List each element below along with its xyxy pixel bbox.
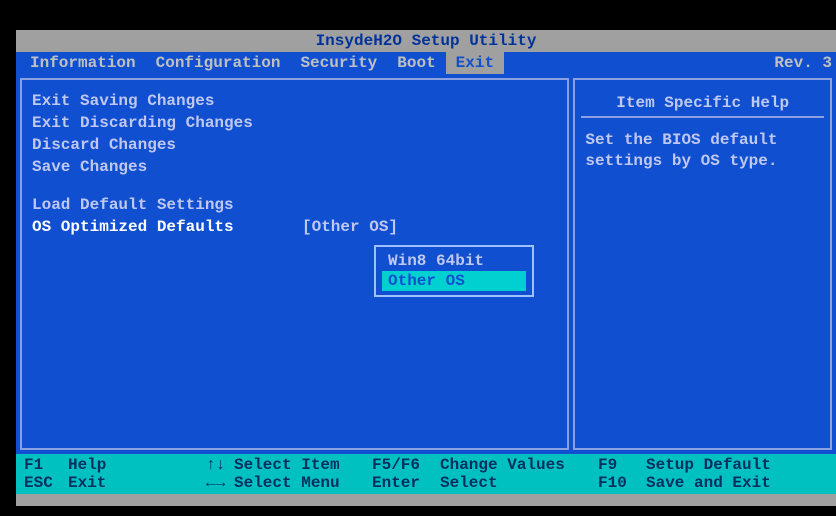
- option-value: [Other OS]: [302, 218, 398, 236]
- help-pane: Item Specific Help Set the BIOS default …: [573, 78, 832, 450]
- footer-hints: F1Help ↑↓Select Item F5/F6Change Values …: [16, 454, 836, 494]
- option-save-changes[interactable]: Save Changes: [28, 156, 561, 178]
- utility-title: InsydeH2O Setup Utility: [16, 30, 836, 52]
- footer-row-1: F1Help ↑↓Select Item F5/F6Change Values …: [20, 456, 832, 474]
- hint-action: Setup Default: [646, 456, 771, 474]
- option-os-optimized-defaults[interactable]: OS Optimized Defaults [Other OS]: [28, 216, 561, 238]
- hint-key: F5/F6: [372, 456, 440, 474]
- hint-action: Save and Exit: [646, 474, 771, 492]
- hint-key: Enter: [372, 474, 440, 492]
- menu-security[interactable]: Security: [290, 52, 387, 74]
- revision-label: Rev. 3: [774, 54, 832, 72]
- help-body: Set the BIOS default settings by OS type…: [581, 130, 824, 172]
- menu-exit[interactable]: Exit: [446, 52, 504, 74]
- menu-configuration[interactable]: Configuration: [146, 52, 291, 74]
- help-title: Item Specific Help: [581, 90, 824, 118]
- popup-option-win8[interactable]: Win8 64bit: [382, 251, 526, 271]
- menu-bar: Information Configuration Security Boot …: [16, 52, 836, 74]
- option-exit-discarding[interactable]: Exit Discarding Changes: [28, 112, 561, 134]
- hint-key: ↑↓: [206, 456, 234, 474]
- hint-action: Change Values: [440, 456, 590, 474]
- hint-action: Help: [68, 456, 198, 474]
- hint-action: Exit: [68, 474, 198, 492]
- hint-action: Select Item: [234, 456, 364, 474]
- hint-key: F1: [24, 456, 68, 474]
- bios-screen: InsydeH2O Setup Utility Information Conf…: [16, 30, 836, 506]
- hint-action: Select Menu: [234, 474, 364, 492]
- option-discard-changes[interactable]: Discard Changes: [28, 134, 561, 156]
- hint-key: F9: [598, 456, 646, 474]
- hint-action: Select: [440, 474, 590, 492]
- menu-information[interactable]: Information: [20, 52, 146, 74]
- spacer: [28, 178, 561, 194]
- menu-boot[interactable]: Boot: [387, 52, 445, 74]
- option-load-defaults[interactable]: Load Default Settings: [28, 194, 561, 216]
- hint-key: F10: [598, 474, 646, 492]
- option-label: OS Optimized Defaults: [32, 218, 234, 236]
- option-exit-saving[interactable]: Exit Saving Changes: [28, 90, 561, 112]
- os-defaults-popup: Win8 64bit Other OS: [374, 245, 534, 297]
- hint-key: ESC: [24, 474, 68, 492]
- hint-key: ←→: [206, 474, 234, 492]
- popup-option-other-os[interactable]: Other OS: [382, 271, 526, 291]
- footer-row-2: ESCExit ←→Select Menu EnterSelect F10Sav…: [20, 474, 832, 492]
